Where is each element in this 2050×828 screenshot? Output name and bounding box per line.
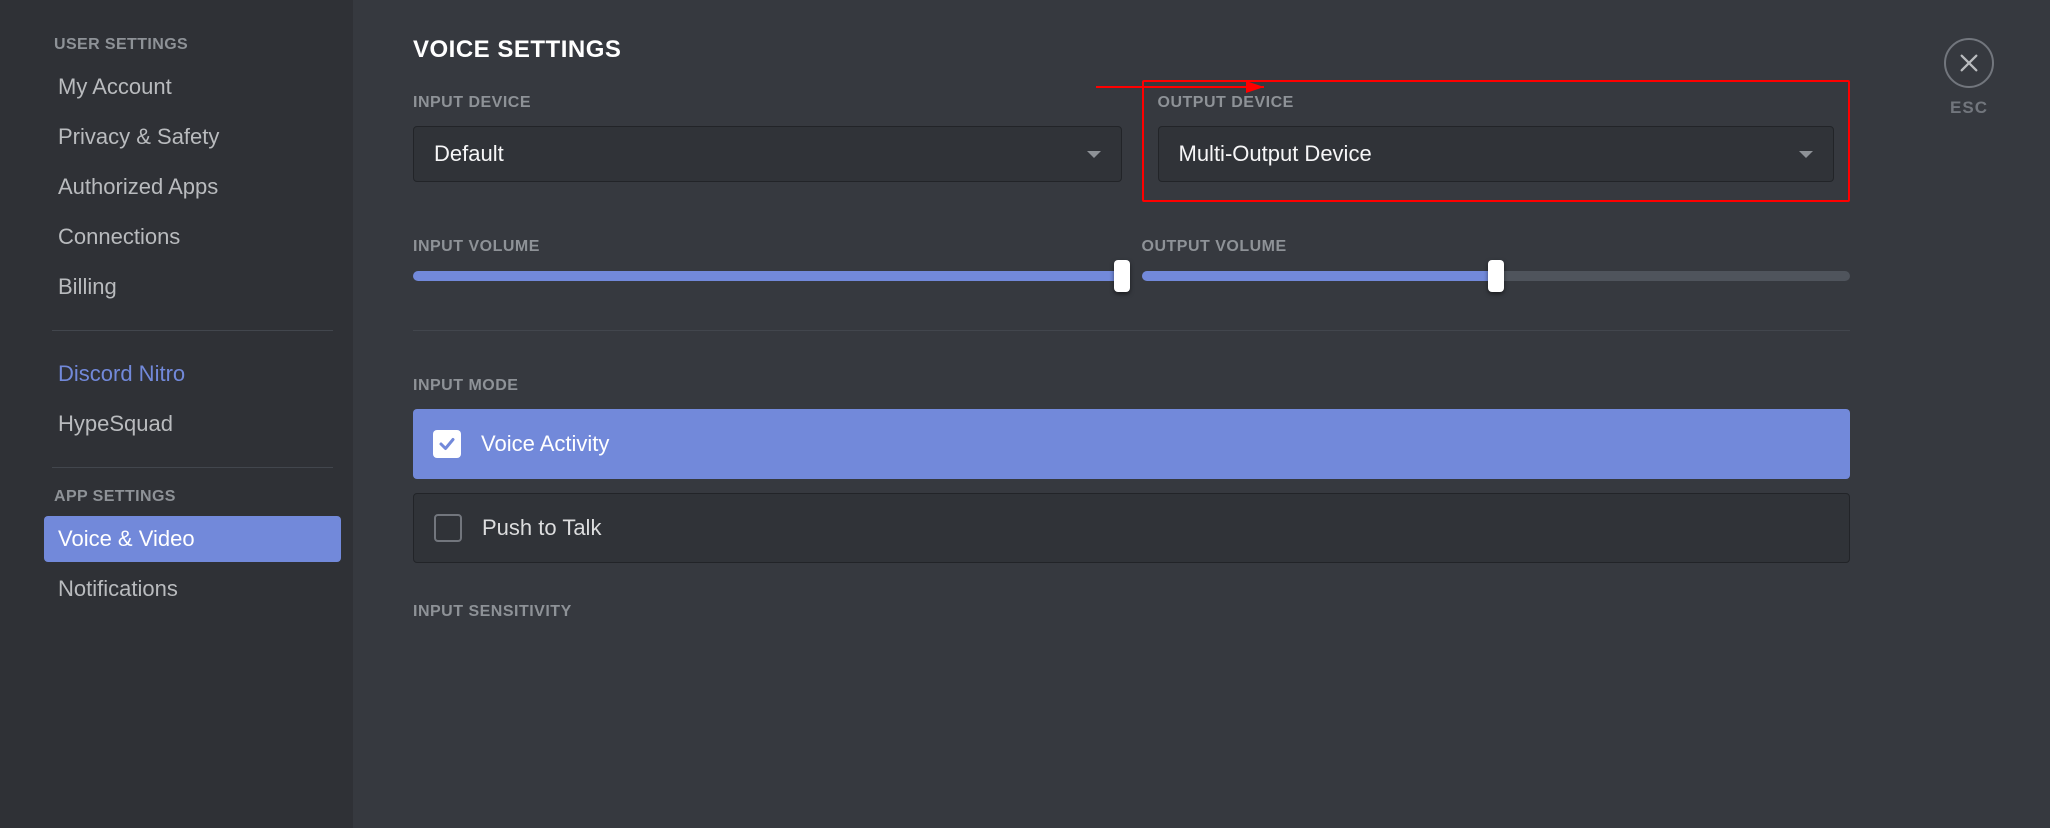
chevron-down-icon [1799, 151, 1813, 158]
sidebar-item-privacy-safety[interactable]: Privacy & Safety [44, 114, 341, 160]
close-button[interactable] [1944, 38, 1994, 88]
input-volume-slider[interactable] [413, 264, 1122, 288]
sidebar-item-notifications[interactable]: Notifications [44, 566, 341, 612]
input-mode-voice-activity[interactable]: Voice Activity [413, 409, 1850, 479]
input-device-label: INPUT DEVICE [413, 94, 1122, 112]
annotation-highlight-box: OUTPUT DEVICE Multi-Output Device [1142, 80, 1851, 202]
close-label: ESC [1950, 98, 1988, 118]
sidebar-item-my-account[interactable]: My Account [44, 64, 341, 110]
sidebar-item-connections[interactable]: Connections [44, 214, 341, 260]
sidebar-item-authorized-apps[interactable]: Authorized Apps [44, 164, 341, 210]
checkbox-unchecked-icon [434, 514, 462, 542]
input-device-value: Default [434, 141, 504, 167]
output-device-section: OUTPUT DEVICE Multi-Output Device [1142, 94, 1851, 202]
output-device-label: OUTPUT DEVICE [1158, 94, 1835, 112]
settings-sidebar: USER SETTINGS My Account Privacy & Safet… [0, 0, 353, 828]
push-to-talk-label: Push to Talk [482, 515, 601, 541]
sidebar-item-hypesquad[interactable]: HypeSquad [44, 401, 341, 447]
sidebar-header-user-settings: USER SETTINGS [52, 36, 333, 54]
input-mode-label: INPUT MODE [413, 377, 1850, 395]
section-divider [413, 330, 1850, 331]
output-device-value: Multi-Output Device [1179, 141, 1372, 167]
input-volume-section: INPUT VOLUME [413, 238, 1122, 288]
output-volume-thumb[interactable] [1488, 260, 1504, 292]
output-volume-section: OUTPUT VOLUME [1142, 238, 1851, 288]
voice-activity-label: Voice Activity [481, 431, 609, 457]
output-device-dropdown[interactable]: Multi-Output Device [1158, 126, 1835, 182]
sidebar-item-billing[interactable]: Billing [44, 264, 341, 310]
page-title: VOICE SETTINGS [413, 36, 1850, 64]
input-volume-thumb[interactable] [1114, 260, 1130, 292]
input-volume-fill [413, 271, 1122, 281]
close-settings: ESC [1944, 38, 1994, 118]
settings-main: VOICE SETTINGS INPUT DEVICE Default OUTP… [353, 0, 2050, 828]
output-volume-label: OUTPUT VOLUME [1142, 238, 1851, 256]
input-sensitivity-label: INPUT SENSITIVITY [413, 603, 1850, 621]
checkbox-checked-icon [433, 430, 461, 458]
output-volume-fill [1142, 271, 1496, 281]
chevron-down-icon [1087, 151, 1101, 158]
input-volume-label: INPUT VOLUME [413, 238, 1122, 256]
sidebar-item-voice-video[interactable]: Voice & Video [44, 516, 341, 562]
output-volume-slider[interactable] [1142, 264, 1851, 288]
sidebar-separator [52, 330, 333, 331]
close-icon [1958, 52, 1980, 74]
input-mode-push-to-talk[interactable]: Push to Talk [413, 493, 1850, 563]
sidebar-header-app-settings: APP SETTINGS [52, 488, 333, 506]
sidebar-item-discord-nitro[interactable]: Discord Nitro [44, 351, 341, 397]
input-device-section: INPUT DEVICE Default [413, 94, 1122, 202]
input-device-dropdown[interactable]: Default [413, 126, 1122, 182]
sidebar-separator [52, 467, 333, 468]
